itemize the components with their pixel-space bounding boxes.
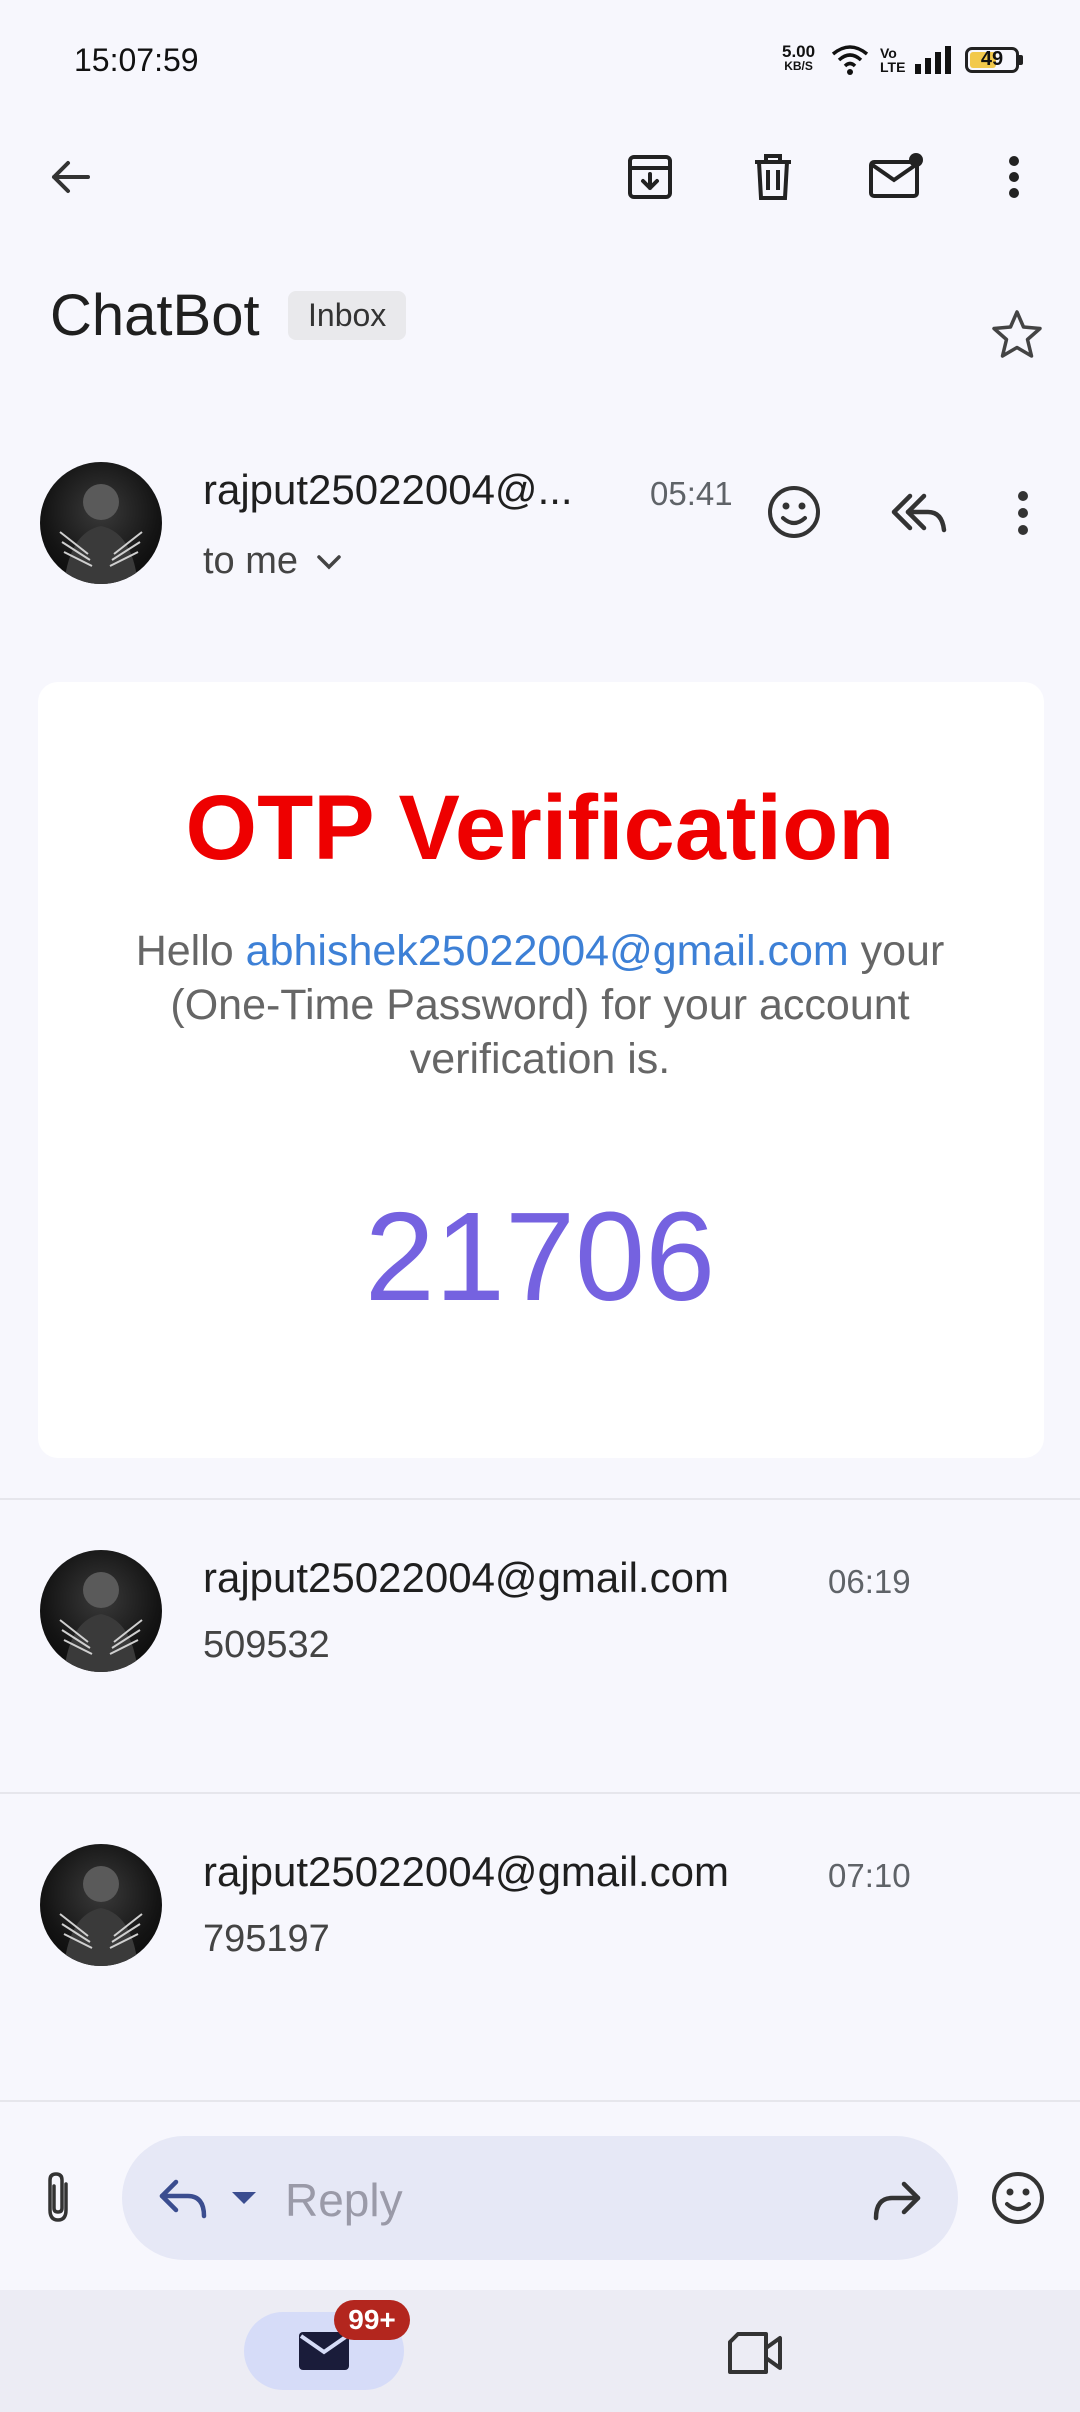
otp-code: 21706 (364, 1186, 716, 1327)
sender-avatar[interactable] (40, 1844, 162, 1966)
status-time: 15:07:59 (74, 42, 199, 78)
message-time: 05:41 (650, 475, 733, 512)
chevron-down-icon (316, 553, 342, 571)
greeting-text: Hello (135, 927, 234, 975)
recipient-email-link[interactable]: abhishek25022004@gmail.com (246, 927, 849, 975)
more-vert-icon[interactable] (982, 145, 1046, 209)
message-more-icon[interactable] (1017, 490, 1029, 536)
bottom-navigation (0, 2290, 1080, 2412)
sender-avatar[interactable] (40, 462, 162, 584)
message-sender: rajput25022004@gmail.com (203, 1848, 729, 1895)
network-speed: 5.00 KB/S (782, 42, 816, 73)
battery-tip (1019, 55, 1023, 65)
meet-video-icon[interactable] (726, 2330, 784, 2376)
network-speed-unit: KB/S (784, 59, 813, 73)
signal-icon (915, 46, 955, 74)
emoji-icon[interactable] (990, 2170, 1046, 2226)
battery-level: 49 (980, 48, 1004, 70)
message-snippet: 509532 (203, 1624, 330, 1666)
recipient-toggle[interactable]: to me (203, 540, 342, 583)
volte-icon: Vo LTE (880, 45, 906, 75)
message-sender[interactable]: rajput25022004@... (203, 466, 573, 514)
forward-icon[interactable] (872, 2178, 922, 2222)
mark-unread-icon[interactable] (864, 145, 928, 209)
add-reaction-icon[interactable] (766, 484, 822, 540)
message-sender: rajput25022004@gmail.com (203, 1554, 729, 1601)
reply-all-icon[interactable] (888, 490, 948, 536)
inbox-label-chip[interactable]: Inbox (288, 291, 407, 340)
recipient-label: to me (203, 540, 299, 582)
star-icon[interactable] (990, 308, 1044, 360)
reply-placeholder: Reply (285, 2174, 403, 2226)
message-time: 06:19 (828, 1563, 911, 1600)
collapsed-message[interactable] (0, 1794, 1080, 2100)
collapsed-message[interactable] (0, 1500, 1080, 1792)
delete-icon[interactable] (741, 145, 805, 209)
otp-heading: OTP Verification (185, 777, 895, 879)
divider (0, 2100, 1080, 2102)
sender-avatar[interactable] (40, 1550, 162, 1672)
attach-icon[interactable] (40, 2170, 76, 2226)
otp-description: (One-Time Password) for your account ver… (170, 981, 910, 1083)
message-snippet: 795197 (203, 1918, 330, 1960)
mail-unread-badge: 99+ (334, 2300, 410, 2340)
email-subject: ChatBot (50, 283, 260, 348)
reply-type-dropdown-icon[interactable] (230, 2190, 258, 2206)
network-speed-value: 5.00 (782, 42, 816, 61)
wifi-icon (830, 42, 870, 76)
archive-icon[interactable] (618, 145, 682, 209)
text-after-email: your (860, 927, 945, 975)
battery-icon: 49 (965, 47, 1019, 73)
back-arrow-icon[interactable] (38, 145, 102, 209)
message-time: 07:10 (828, 1857, 911, 1894)
reply-icon[interactable] (158, 2176, 208, 2220)
otp-message: Hello abhishek25022004@gmail.com your (O… (90, 924, 990, 1086)
